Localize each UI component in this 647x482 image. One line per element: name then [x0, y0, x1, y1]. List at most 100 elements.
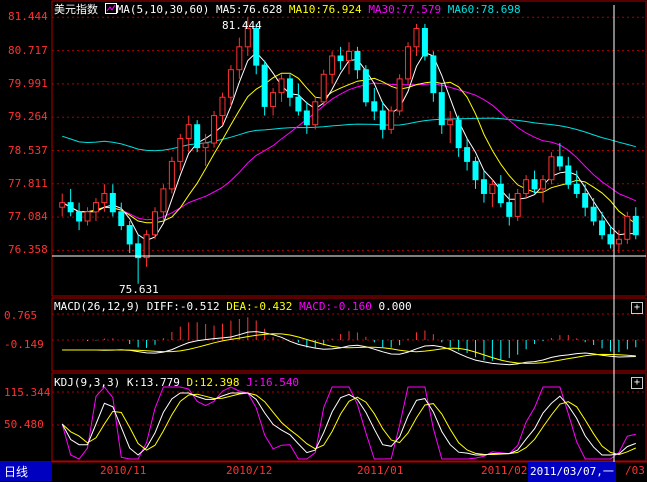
candle-body [379, 110, 386, 130]
instrument-title: 美元指数 [54, 3, 98, 16]
candle-body [109, 192, 116, 213]
candle-body [371, 101, 378, 112]
candle-body [337, 55, 344, 62]
date-label-dec: 2010/12 [226, 464, 273, 477]
macd-axis-bottom: -0.149 [4, 338, 44, 351]
candle-body [447, 119, 454, 126]
chart-indicator-icon[interactable] [104, 3, 117, 14]
candle-body [143, 234, 150, 259]
macd-header: MACD(26,12,9) DIFF:-0.512 DEA:-0.432 MAC… [54, 300, 412, 313]
candle-body [261, 64, 268, 107]
candle-body [489, 183, 496, 194]
candle-body [160, 188, 167, 213]
price-tick-label: 79.991 [8, 76, 48, 90]
candle-body [295, 96, 302, 112]
macd-zero: 0.000 [378, 300, 412, 313]
ma10-value: MA10:76.924 [288, 3, 362, 16]
price-tick-label: 76.358 [8, 243, 48, 257]
date-label-nov: 2010/11 [100, 464, 147, 477]
candle-body [531, 179, 538, 190]
kdj-params: KDJ(9,3,3) [54, 376, 121, 389]
candle-body [455, 119, 462, 149]
candle-body [497, 183, 504, 204]
candle-body [590, 206, 597, 222]
price-tick-label: 77.084 [8, 210, 48, 224]
candle-body [76, 211, 83, 222]
candle-body [464, 147, 471, 162]
cursor-date: 2011/03/07,一 [528, 462, 616, 482]
candle-body [540, 179, 546, 190]
ma-params: MA(5,10,30,60) [116, 3, 210, 16]
candle-body [101, 192, 108, 204]
candle-body [388, 110, 395, 130]
period-tab[interactable]: 日线 [0, 462, 52, 481]
candle-body [211, 115, 218, 144]
kdj-axis-top: 115.344 [4, 386, 51, 399]
ma30-value: MA30:77.579 [368, 3, 442, 16]
candle-body [548, 156, 555, 181]
ma60-value: MA60:78.698 [447, 3, 521, 16]
candle-body [438, 92, 445, 126]
candle-body [92, 202, 99, 213]
kdj-d: D:12.398 [186, 376, 240, 389]
candle-body [278, 78, 285, 94]
candle-body [346, 50, 352, 62]
kdj-axis-bottom: 50.480 [4, 418, 44, 431]
candle-body [67, 202, 74, 213]
candle-body [303, 110, 310, 126]
macd-params: MACD(26,12,9) [54, 300, 141, 313]
ma60-line [62, 117, 636, 152]
candle-body [421, 27, 428, 57]
candle-body [624, 215, 631, 240]
candle-body [556, 156, 563, 167]
stock-chart[interactable] [0, 0, 647, 481]
price-tick-label: 80.717 [8, 43, 48, 57]
ma5-value: MA5:76.628 [215, 3, 283, 16]
candle-body [472, 160, 479, 181]
candle-body [405, 46, 412, 80]
price-tick-label: 79.264 [8, 110, 48, 124]
kdj-header: KDJ(9,3,3) K:13.779 D:12.398 J:16.540 [54, 376, 299, 389]
ma5-line [61, 51, 636, 241]
kdj-panel [52, 386, 646, 460]
candle-body [236, 46, 243, 71]
candle-body [396, 78, 403, 112]
price-tick-label: 78.537 [8, 143, 48, 157]
candle-body [177, 137, 184, 162]
candle-body [126, 225, 133, 245]
candle-body [194, 124, 201, 149]
candle-body [430, 55, 437, 94]
candle-body [152, 211, 158, 236]
macd-diff: DIFF:-0.512 [146, 300, 220, 313]
kdj-expand-button[interactable]: + [631, 377, 643, 389]
kdj-j-line [61, 386, 636, 460]
candle-body [253, 27, 260, 66]
date-label-feb: 2011/02 [481, 464, 528, 477]
kdj-k-line [61, 392, 636, 456]
candle-body [607, 234, 614, 245]
candle-body [362, 69, 369, 103]
date-label-jan: 2011/01 [357, 464, 404, 477]
macd-expand-button[interactable]: + [631, 302, 643, 314]
candle-body [202, 142, 209, 149]
candle-body [413, 27, 420, 48]
candle-body [286, 78, 293, 98]
kdj-j: J:16.540 [246, 376, 300, 389]
candle-body [59, 202, 66, 208]
low-label: 75.631 [119, 283, 159, 296]
candle-body [615, 238, 622, 245]
macd-panel [52, 313, 646, 366]
candle-body [270, 92, 277, 107]
candle-body [84, 211, 91, 222]
candle-body [118, 211, 125, 227]
high-label: 81.444 [222, 19, 262, 32]
candle-body [312, 101, 319, 126]
moving-average-lines [61, 51, 637, 241]
price-tick-label: 77.811 [8, 176, 48, 190]
macd-dea: DEA:-0.432 [226, 300, 293, 313]
candle-body [523, 179, 530, 194]
macd-axis-top: 0.765 [4, 309, 38, 322]
candle-body [227, 69, 234, 98]
price-header: 美元指数 MA(5,10,30,60) MA5:76.628 MA10:76.9… [54, 1, 521, 17]
macd-value: MACD:-0.160 [299, 300, 372, 313]
